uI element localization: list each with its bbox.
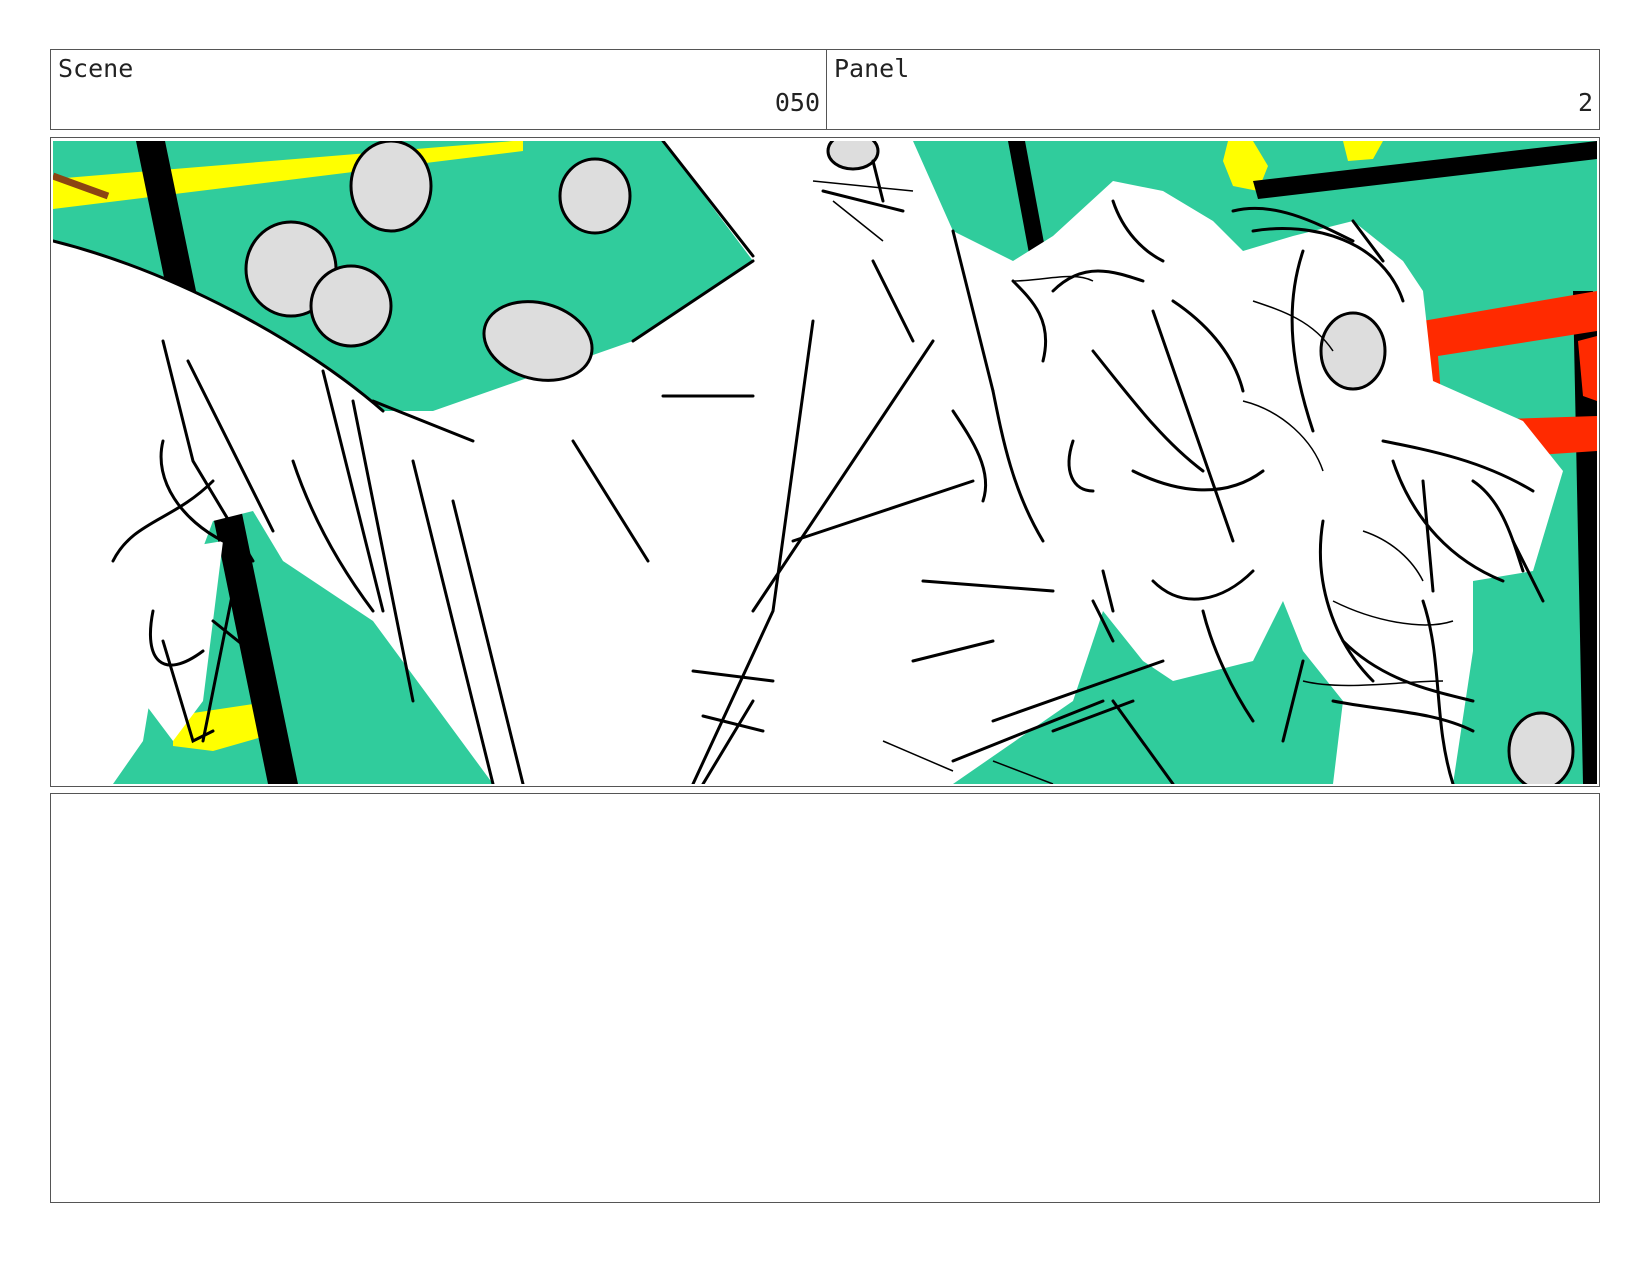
panel-notes-area — [50, 793, 1600, 1203]
panel-cell: Panel 2 — [827, 50, 1599, 129]
scene-number: 050 — [774, 88, 820, 117]
coin-2 — [558, 157, 632, 235]
coin-1 — [349, 141, 433, 233]
scene-cell: Scene 050 — [51, 50, 827, 129]
coin-6 — [1319, 311, 1387, 391]
panel-label: Panel — [834, 54, 910, 83]
storyboard-panel-frame — [50, 137, 1600, 787]
storyboard-sketch-image — [53, 141, 1597, 784]
coin-4 — [309, 264, 393, 348]
panel-number: 2 — [1577, 88, 1593, 117]
scene-label: Scene — [58, 54, 134, 83]
panel-header: Scene 050 Panel 2 — [50, 49, 1600, 130]
coin-8 — [826, 141, 880, 171]
coin-7 — [1507, 711, 1575, 784]
